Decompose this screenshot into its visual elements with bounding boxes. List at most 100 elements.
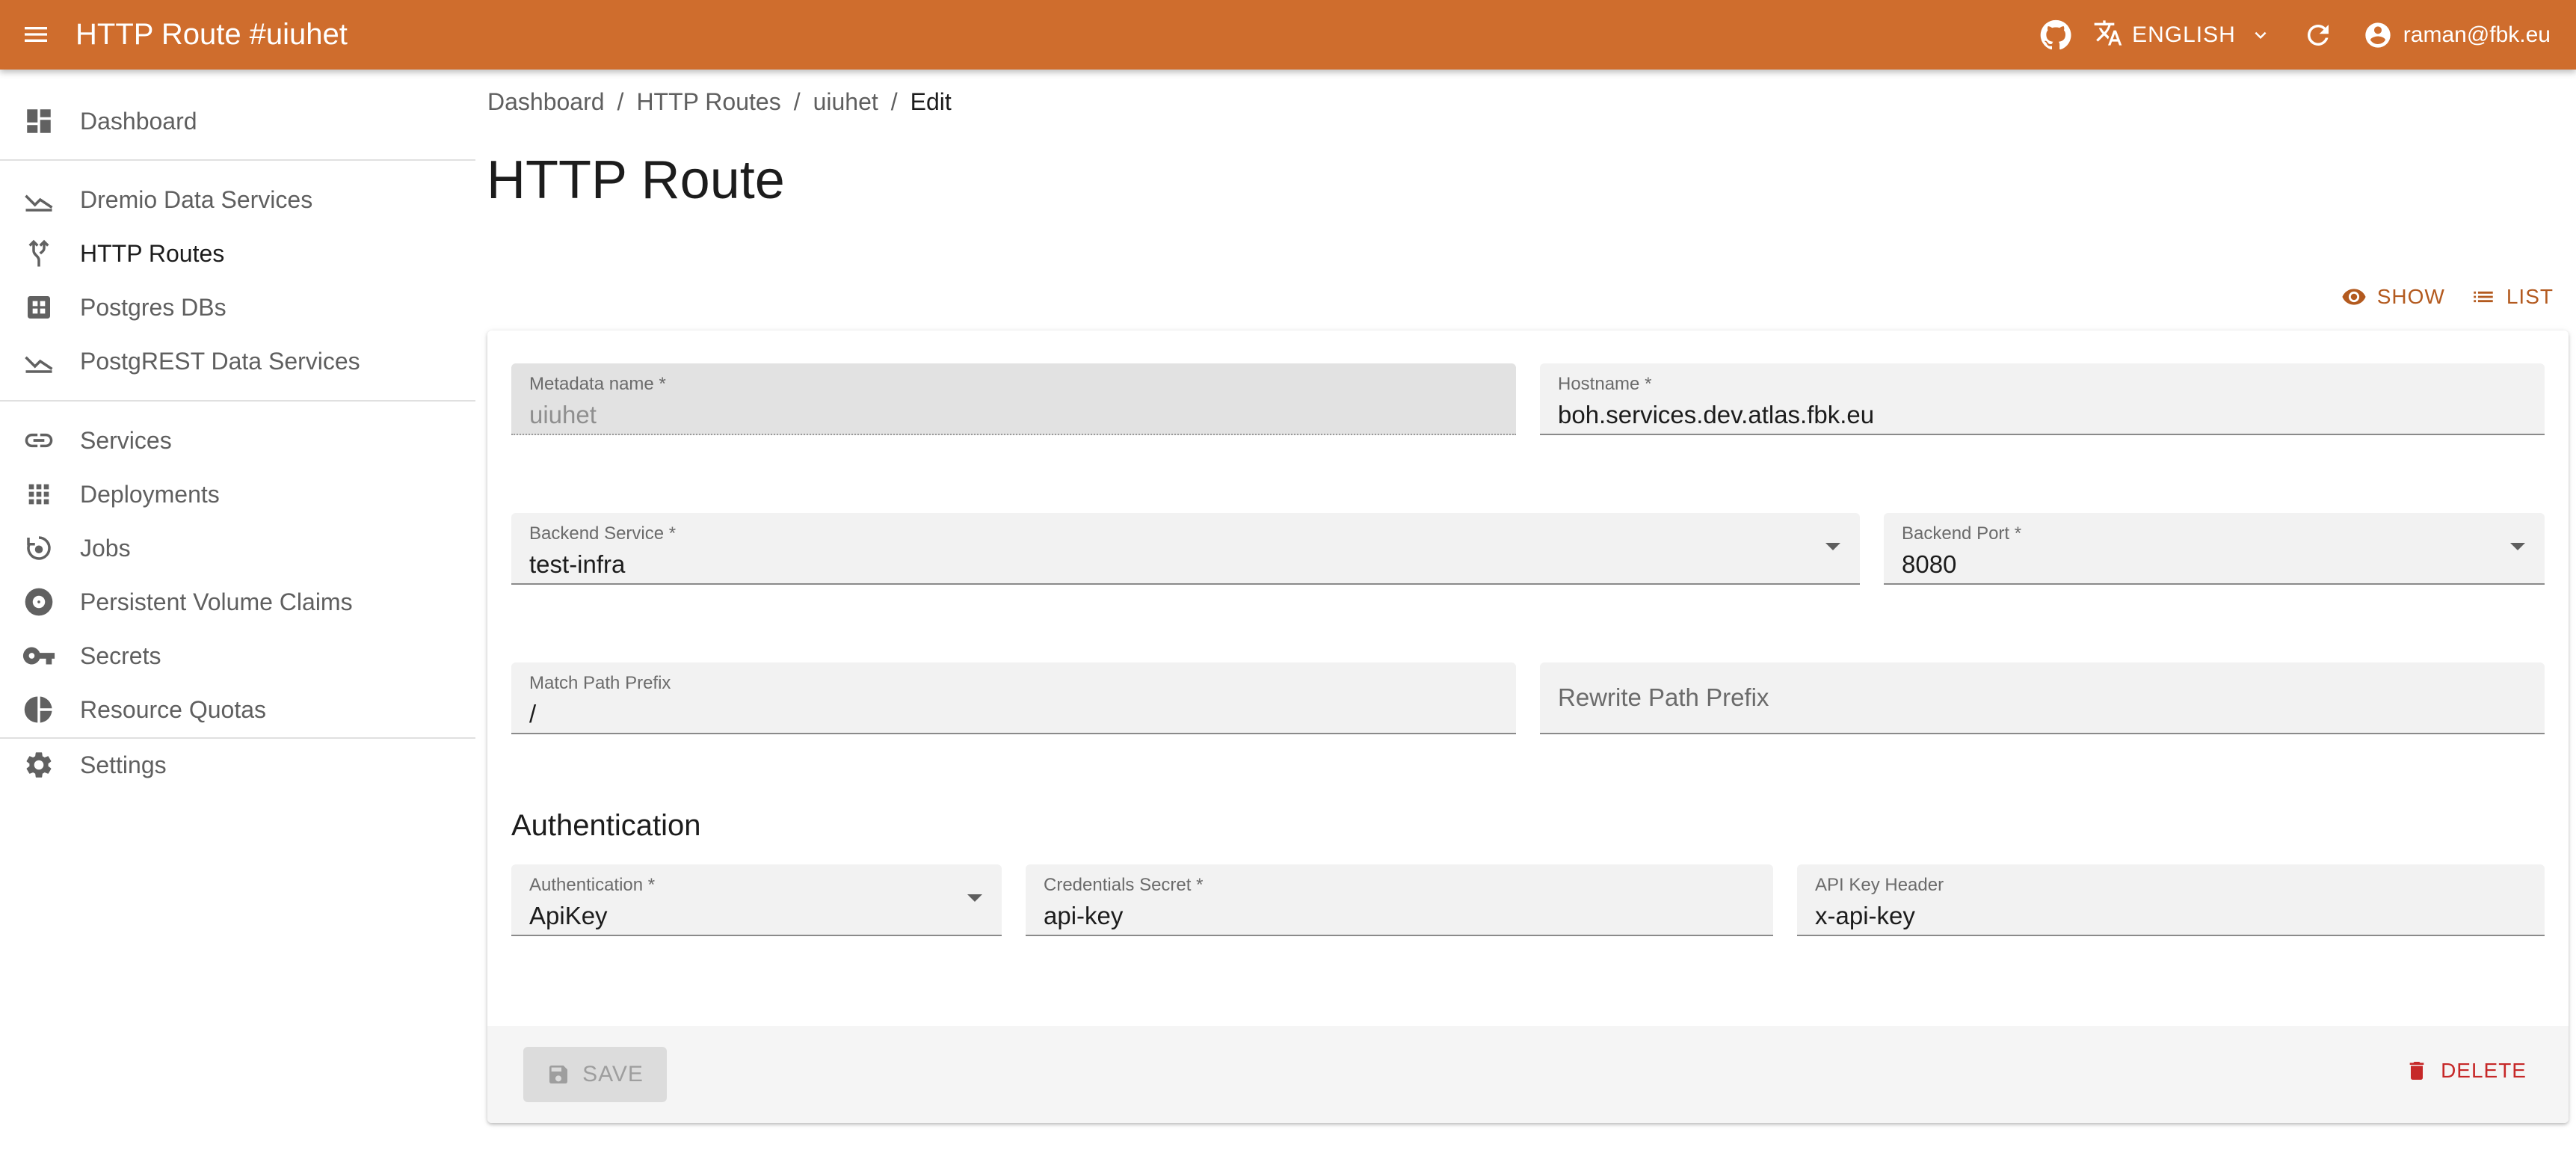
user-email: raman@fbk.eu <box>2403 22 2551 47</box>
field-value: / <box>529 700 537 728</box>
metadata-name-field: Metadata name * uiuhet <box>511 363 1516 435</box>
top-actions: SHOW LIST <box>2316 284 2554 310</box>
translate-icon <box>2093 18 2123 52</box>
field-label: Match Path Prefix <box>529 673 671 693</box>
show-button[interactable]: SHOW <box>2341 284 2445 310</box>
sidebar-item-label: PostgREST Data Services <box>80 347 360 375</box>
sidebar-item-label: Services <box>80 426 172 454</box>
backend-port-select[interactable]: Backend Port * 8080 <box>1884 513 2545 585</box>
hostname-field[interactable]: Hostname * boh.services.dev.atlas.fbk.eu <box>1540 363 2545 435</box>
sidebar-item-postgres-dbs[interactable]: Postgres DBs <box>0 280 475 334</box>
sidebar-item-resource-quotas[interactable]: Resource Quotas <box>0 683 475 737</box>
field-value: test-infra <box>529 550 626 578</box>
save-icon <box>549 1066 568 1083</box>
breadcrumb-record[interactable]: uiuhet <box>813 88 878 116</box>
sidebar-item-label: Dremio Data Services <box>80 185 313 213</box>
api-key-header-field[interactable]: API Key Header x-api-key <box>1797 864 2545 936</box>
sidebar-item-label: Postgres DBs <box>80 293 227 321</box>
sidebar-item-label: HTTP Routes <box>80 239 225 267</box>
dropdown-arrow-icon <box>2510 543 2525 550</box>
save-button[interactable]: SAVE <box>523 1047 667 1102</box>
chart-line-icon <box>21 348 57 375</box>
breadcrumb-separator: / <box>793 88 801 115</box>
rewrite-path-prefix-field[interactable]: Rewrite Path Prefix <box>1540 662 2545 734</box>
field-value: 8080 <box>1902 550 1957 578</box>
app-title: HTTP Route #uiuhet <box>76 18 348 51</box>
form-toolbar: SAVE DELETE <box>487 1026 2569 1123</box>
divider <box>0 159 475 161</box>
breadcrumb-dashboard[interactable]: Dashboard <box>487 88 605 116</box>
breadcrumb-separator: / <box>617 88 624 115</box>
trash-icon <box>2409 1062 2424 1080</box>
apps-grid-icon <box>21 481 57 508</box>
match-path-prefix-field[interactable]: Match Path Prefix / <box>511 662 1516 734</box>
breadcrumb-current: Edit <box>910 88 952 115</box>
eye-icon <box>2342 289 2366 305</box>
edit-form-card: Metadata name * uiuhet Hostname * boh.se… <box>487 331 2569 1123</box>
sidebar-item-label: Persistent Volume Claims <box>80 588 353 615</box>
chevron-down-icon <box>2249 24 2272 46</box>
app-bar: HTTP Route #uiuhet ENGLISH raman@fbk.eu <box>0 0 2576 70</box>
language-selector[interactable]: ENGLISH <box>2093 18 2272 52</box>
field-label: API Key Header <box>1815 875 1944 895</box>
breadcrumb-http-routes[interactable]: HTTP Routes <box>636 88 780 116</box>
field-value: x-api-key <box>1815 902 1915 929</box>
sidebar-item-jobs[interactable]: Jobs <box>0 521 475 575</box>
sidebar-item-dremio-data-services[interactable]: Dremio Data Services <box>0 173 475 227</box>
sidebar-item-label: Deployments <box>80 480 220 508</box>
sidebar-item-label: Secrets <box>80 642 161 669</box>
breadcrumb: Dashboard / HTTP Routes / uiuhet / Edit <box>487 88 952 116</box>
backend-service-select[interactable]: Backend Service * test-infra <box>511 513 1860 585</box>
sidebar-item-label: Jobs <box>80 534 131 562</box>
field-value: api-key <box>1044 902 1124 929</box>
field-label: Hostname * <box>1558 374 1652 394</box>
sidebar-item-dashboard[interactable]: Dashboard <box>0 94 475 148</box>
dropdown-arrow-icon <box>1825 543 1840 550</box>
sidebar-item-settings[interactable]: Settings <box>0 738 475 792</box>
sidebar-item-http-routes[interactable]: HTTP Routes <box>0 227 475 280</box>
delete-button-label: DELETE <box>2441 1059 2527 1082</box>
authentication-select[interactable]: Authentication * ApiKey <box>511 864 1002 936</box>
grid-box-icon <box>21 294 57 321</box>
divider <box>0 400 475 402</box>
page-title: HTTP Route <box>487 150 785 210</box>
refresh-icon[interactable] <box>2300 17 2336 53</box>
sidebar: Dashboard Dremio Data Services HTTP Rout… <box>0 70 475 1159</box>
chart-line-icon <box>21 186 57 213</box>
field-label: Metadata name * <box>529 374 666 394</box>
credentials-secret-field[interactable]: Credentials Secret * api-key <box>1026 864 1773 936</box>
save-button-label: SAVE <box>582 1062 644 1086</box>
sidebar-item-postgrest-data-services[interactable]: PostgREST Data Services <box>0 334 475 388</box>
sidebar-item-label: Dashboard <box>80 107 197 135</box>
language-label: ENGLISH <box>2132 22 2236 47</box>
delete-button[interactable]: DELETE <box>2405 1059 2527 1083</box>
sidebar-item-services[interactable]: Services <box>0 414 475 467</box>
field-value: ApiKey <box>529 902 608 929</box>
breadcrumb-separator: / <box>890 88 898 115</box>
list-button[interactable]: LIST <box>2471 284 2554 310</box>
field-value: boh.services.dev.atlas.fbk.eu <box>1558 401 1875 428</box>
sidebar-item-label: Settings <box>80 751 167 778</box>
cycle-icon <box>21 535 57 562</box>
field-placeholder: Rewrite Path Prefix <box>1558 683 1769 711</box>
pie-chart-icon <box>21 696 57 723</box>
dashboard-icon <box>21 108 57 135</box>
authentication-section-title: Authentication <box>511 809 701 842</box>
link-icon <box>21 427 57 454</box>
user-menu[interactable]: raman@fbk.eu <box>2363 20 2551 50</box>
field-label: Backend Service * <box>529 523 677 544</box>
field-label: Authentication * <box>529 875 656 895</box>
github-icon[interactable] <box>2038 17 2074 53</box>
gear-icon <box>21 751 57 778</box>
field-label: Credentials Secret * <box>1044 875 1204 895</box>
sidebar-item-persistent-volume-claims[interactable]: Persistent Volume Claims <box>0 575 475 629</box>
field-label: Backend Port * <box>1902 523 2022 544</box>
sidebar-item-deployments[interactable]: Deployments <box>0 467 475 521</box>
sidebar-item-secrets[interactable]: Secrets <box>0 629 475 683</box>
show-button-label: SHOW <box>2376 285 2445 308</box>
menu-icon[interactable] <box>21 19 57 49</box>
disc-icon <box>21 588 57 616</box>
key-icon <box>21 642 57 669</box>
sidebar-item-label: Resource Quotas <box>80 695 267 723</box>
list-button-label: LIST <box>2506 285 2554 308</box>
